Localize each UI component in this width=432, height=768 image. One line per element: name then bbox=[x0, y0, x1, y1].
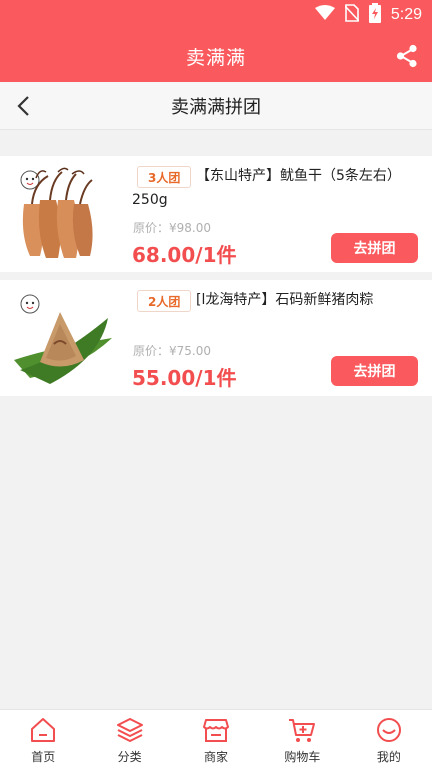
share-icon bbox=[396, 44, 417, 68]
profile-icon bbox=[376, 718, 401, 742]
layers-icon bbox=[116, 718, 143, 742]
dried-squid-image bbox=[10, 164, 114, 264]
join-group-button[interactable]: 去拼团 bbox=[331, 356, 418, 386]
tab-merchants[interactable]: 商家 bbox=[173, 710, 259, 768]
original-price: 原价：¥98.00 bbox=[133, 221, 211, 235]
zongzi-image bbox=[10, 288, 114, 388]
join-group-button[interactable]: 去拼团 bbox=[331, 233, 418, 263]
group-price: 55.00/1件 bbox=[132, 366, 237, 390]
back-button[interactable] bbox=[10, 92, 38, 120]
tab-label: 购物车 bbox=[284, 750, 321, 764]
tab-label: 分类 bbox=[117, 750, 142, 764]
tab-home[interactable]: 首页 bbox=[0, 710, 86, 768]
sub-header: 卖满满拼团 bbox=[0, 82, 432, 130]
tab-label: 我的 bbox=[376, 750, 401, 764]
share-button[interactable] bbox=[392, 41, 422, 71]
wifi-icon bbox=[314, 5, 335, 25]
no-sim-icon bbox=[344, 4, 360, 26]
home-icon bbox=[31, 718, 56, 742]
app-title: 卖满满 bbox=[185, 46, 246, 69]
group-price: 68.00/1件 bbox=[132, 243, 237, 267]
bottom-tab-bar: 首页 分类 商家 购物车 我的 bbox=[0, 709, 432, 768]
product-title[interactable]: [l龙海特产】石码新鲜猪肉粽 bbox=[132, 288, 422, 312]
status-icons: 5:29 bbox=[314, 3, 422, 27]
store-icon bbox=[203, 719, 230, 742]
page-title: 卖满满拼团 bbox=[171, 96, 261, 118]
app-header: 卖满满 bbox=[0, 30, 432, 82]
chevron-left-icon bbox=[17, 96, 29, 116]
original-price: 原价：¥75.00 bbox=[133, 344, 211, 358]
tab-label: 商家 bbox=[204, 750, 229, 764]
tab-profile[interactable]: 我的 bbox=[346, 710, 432, 768]
status-time: 5:29 bbox=[390, 6, 422, 23]
tab-label: 首页 bbox=[31, 750, 56, 764]
product-title[interactable]: 【东山特产】鱿鱼干（5条左右）250g bbox=[132, 164, 422, 212]
cart-icon bbox=[289, 719, 316, 742]
tab-category[interactable]: 分类 bbox=[86, 710, 172, 768]
status-bar: 5:29 bbox=[0, 0, 432, 30]
product-card[interactable]: 2人团 [l龙海特产】石码新鲜猪肉粽 原价：¥75.00 55.00/1件 去拼… bbox=[0, 280, 432, 396]
tab-cart[interactable]: 购物车 bbox=[259, 710, 345, 768]
battery-charging-icon bbox=[368, 3, 381, 27]
product-card[interactable]: 3人团 【东山特产】鱿鱼干（5条左右）250g 原价：¥98.00 68.00/… bbox=[0, 156, 432, 272]
